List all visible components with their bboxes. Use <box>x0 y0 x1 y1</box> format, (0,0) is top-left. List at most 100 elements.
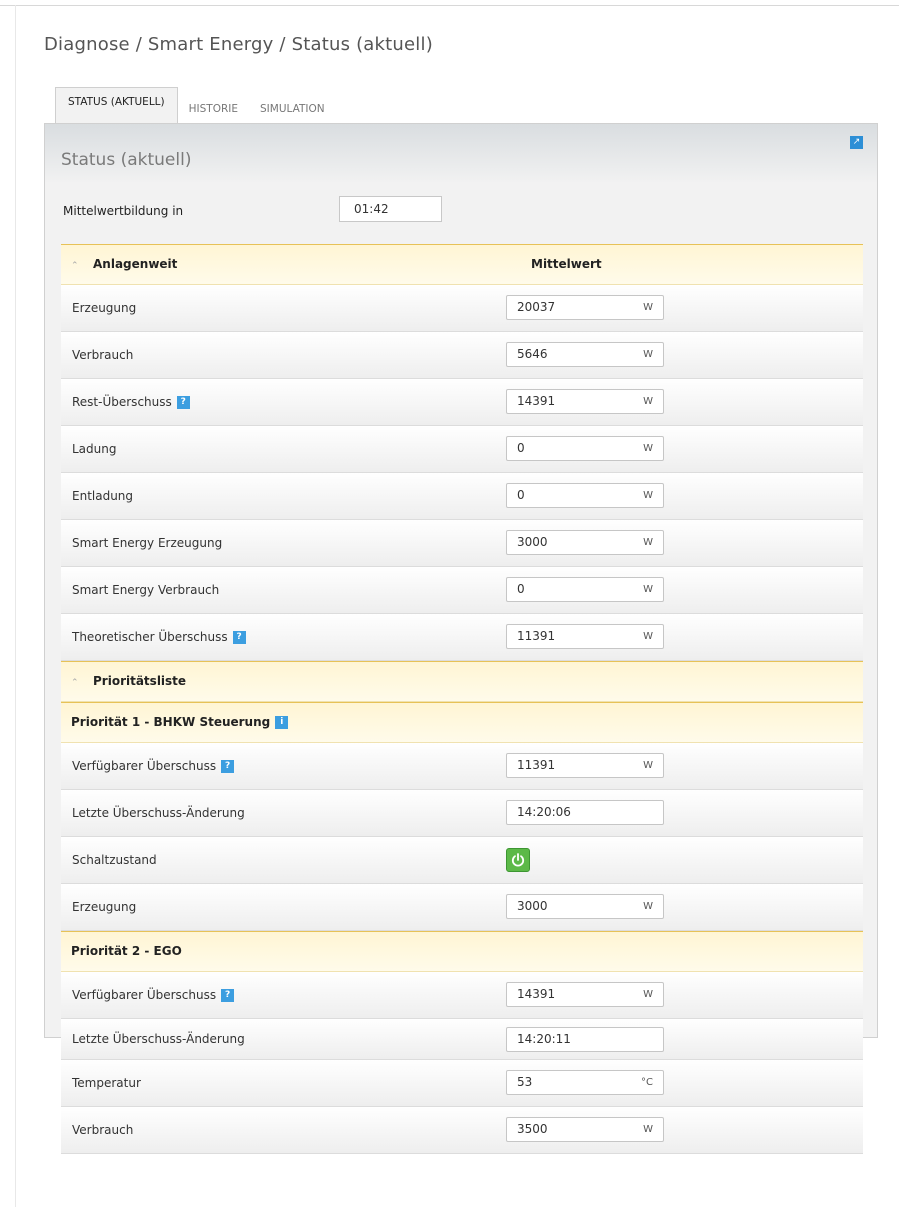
row-label: Verfügbarer Überschuss <box>72 759 217 773</box>
averaging-countdown: 01:42 <box>339 196 442 222</box>
row-label: Theoretischer Überschuss <box>72 630 228 644</box>
value-text: 0 <box>517 441 525 455</box>
unit-label: W <box>643 349 653 360</box>
row-label: Verbrauch <box>72 1123 134 1137</box>
table-row: Letzte Überschuss-Änderung 14:20:11 <box>61 1019 863 1060</box>
section-title: Anlagenweit <box>93 257 178 271</box>
value-field: 0W <box>506 577 664 602</box>
value-field: 20037 W <box>506 295 664 320</box>
tab-simulation[interactable]: SIMULATION <box>249 94 336 124</box>
value-text: 5646 <box>517 347 548 361</box>
table-row: Temperatur 53 °C <box>61 1060 863 1107</box>
value-field: 3500 W <box>506 1117 664 1142</box>
priority-1-header: Priorität 1 - BHKW Steuerung i <box>61 702 863 743</box>
top-divider <box>0 5 899 6</box>
info-icon[interactable]: i <box>275 716 289 729</box>
unit-label: W <box>643 584 653 595</box>
value-text: 11391 <box>517 629 556 643</box>
table-row: Verfügbarer Überschuss? 14391 W <box>61 972 863 1019</box>
value-text: 53 <box>517 1075 533 1089</box>
unit-label: W <box>643 302 653 313</box>
power-icon[interactable] <box>506 848 530 872</box>
table-row: Rest-Überschuss? 14391 W <box>61 379 863 426</box>
left-divider <box>15 5 16 1207</box>
table-row: Verbrauch 5646 W <box>61 332 863 379</box>
row-label: Verbrauch <box>72 348 134 362</box>
value-text: 3500 <box>517 1122 548 1136</box>
help-icon[interactable]: ? <box>176 396 190 409</box>
row-label: Letzte Überschuss-Änderung <box>72 806 245 820</box>
value-field: 3000 W <box>506 530 664 555</box>
unit-label: W <box>643 1124 653 1135</box>
row-label: Verfügbarer Überschuss <box>72 988 217 1002</box>
value-field: 3000 W <box>506 894 664 919</box>
table-row: Schaltzustand <box>61 837 863 884</box>
value-text: 14:20:06 <box>517 805 571 819</box>
breadcrumb: Diagnose / Smart Energy / Status (aktuel… <box>44 34 433 55</box>
row-label: Temperatur <box>72 1076 141 1090</box>
value-field: 0W <box>506 483 664 508</box>
priority-title: Priorität 1 - BHKW Steuerung <box>71 715 271 729</box>
priority-2-header: Priorität 2 - EGO <box>61 931 863 972</box>
section-header-prioritaetsliste[interactable]: ⌃ Prioritätsliste <box>61 661 863 702</box>
section-header-anlagenweit[interactable]: ⌃ Anlagenweit Mittelwert <box>61 244 863 285</box>
unit-label: W <box>643 490 653 501</box>
value-field: 0W <box>506 436 664 461</box>
averaging-label: Mittelwertbildung in <box>63 204 184 218</box>
value-text: 0 <box>517 488 525 502</box>
table-row: Entladung 0W <box>61 473 863 520</box>
unit-label: W <box>643 760 653 771</box>
table-row: Smart Energy Verbrauch 0W <box>61 567 863 614</box>
value-text: 3000 <box>517 899 548 913</box>
row-label: Erzeugung <box>72 301 137 315</box>
value-text: 14391 <box>517 987 556 1001</box>
row-label: Smart Energy Verbrauch <box>72 583 220 597</box>
table-row: Smart Energy Erzeugung 3000 W <box>61 520 863 567</box>
row-label: Erzeugung <box>72 900 137 914</box>
value-field: 14:20:06 <box>506 800 664 825</box>
panel-title: Status (aktuell) <box>61 150 192 170</box>
unit-label: °C <box>641 1077 653 1088</box>
row-label: Smart Energy Erzeugung <box>72 536 223 550</box>
priority-title: Priorität 2 - EGO <box>71 944 182 958</box>
value-field: 14:20:11 <box>506 1027 664 1052</box>
collapse-icon[interactable]: ⌃ <box>71 247 83 286</box>
unit-label: W <box>643 396 653 407</box>
row-label: Ladung <box>72 442 117 456</box>
unit-label: W <box>643 989 653 1000</box>
value-field: 5646 W <box>506 342 664 367</box>
row-label: Entladung <box>72 489 134 503</box>
table-row: Theoretischer Überschuss? 11391 W <box>61 614 863 661</box>
value-field: 53 °C <box>506 1070 664 1095</box>
unit-label: W <box>643 537 653 548</box>
value-field: 14391 W <box>506 982 664 1007</box>
table-row: Erzeugung 3000 W <box>61 884 863 931</box>
value-text: 0 <box>517 582 525 596</box>
row-label: Schaltzustand <box>72 853 157 867</box>
table-row: Letzte Überschuss-Änderung 14:20:06 <box>61 790 863 837</box>
tab-status-aktuell[interactable]: STATUS (AKTUELL) <box>55 87 178 124</box>
row-label: Letzte Überschuss-Änderung <box>72 1032 245 1046</box>
unit-label: W <box>643 631 653 642</box>
unit-label: W <box>643 901 653 912</box>
table-row: Verbrauch 3500 W <box>61 1107 863 1154</box>
unit-label: W <box>643 443 653 454</box>
tab-bar: STATUS (AKTUELL) HISTORIE SIMULATION <box>55 87 336 124</box>
value-text: 3000 <box>517 535 548 549</box>
export-icon[interactable]: ↗ <box>850 136 863 149</box>
collapse-icon[interactable]: ⌃ <box>71 664 83 703</box>
status-table: ⌃ Anlagenweit Mittelwert Erzeugung 20037 W… <box>61 244 863 1154</box>
table-row: Erzeugung 20037 W <box>61 285 863 332</box>
help-icon[interactable]: ? <box>232 631 246 644</box>
row-label: Rest-Überschuss <box>72 395 172 409</box>
section-title: Prioritätsliste <box>93 674 187 688</box>
value-text: 20037 <box>517 300 556 314</box>
column-header-mittelwert: Mittelwert <box>531 257 602 271</box>
status-panel: Status (aktuell) ↗ Mittelwertbildung in … <box>44 123 878 1154</box>
help-icon[interactable]: ? <box>221 760 235 773</box>
tab-historie[interactable]: HISTORIE <box>178 94 249 124</box>
value-text: 14391 <box>517 394 556 408</box>
value-field: 11391 W <box>506 753 664 778</box>
value-field: 11391 W <box>506 624 664 649</box>
help-icon[interactable]: ? <box>221 989 235 1002</box>
